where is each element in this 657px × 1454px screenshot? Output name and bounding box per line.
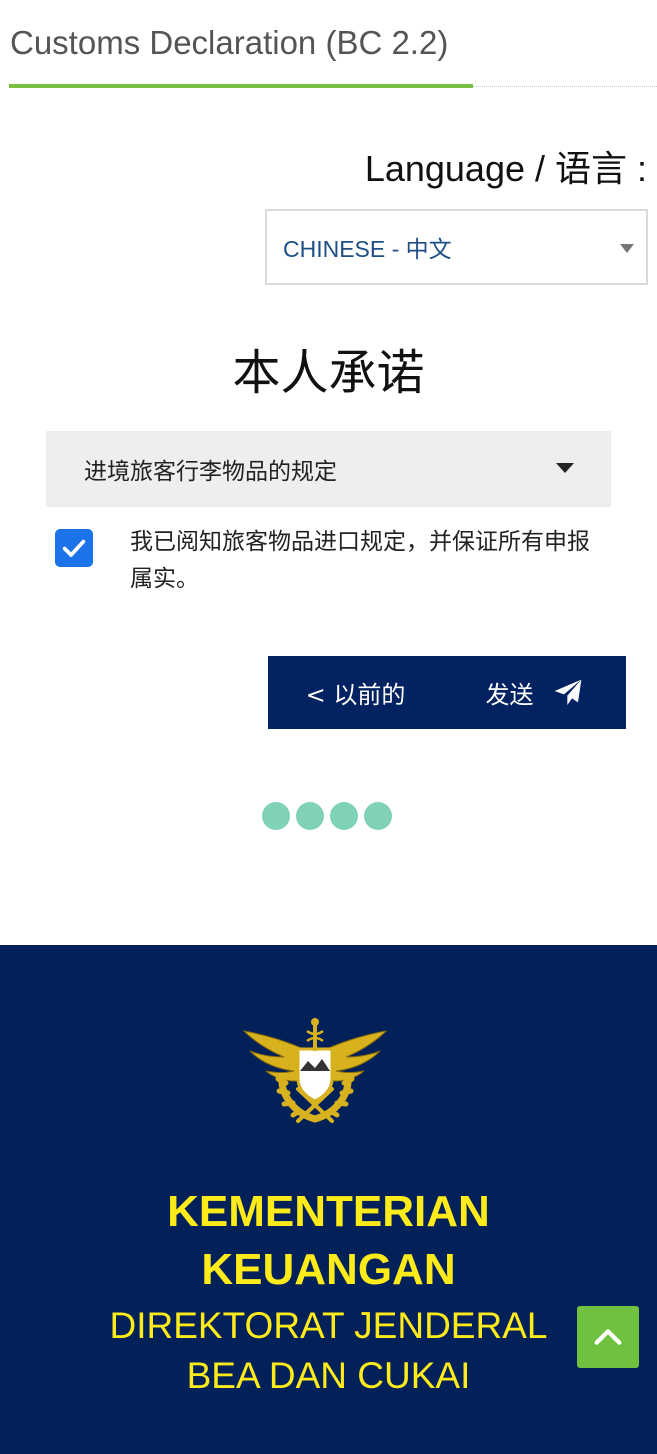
progress-dot bbox=[364, 802, 392, 830]
send-button[interactable]: 发送 bbox=[443, 656, 626, 729]
agreement-text: 我已阅知旅客物品进口规定，并保证所有申报属实。 bbox=[130, 529, 590, 592]
progress-indicator bbox=[262, 802, 392, 830]
navigation-bar: < 以前的 发送 bbox=[268, 656, 626, 729]
page-header: Customs Declaration (BC 2.2) bbox=[0, 0, 657, 92]
progress-dot bbox=[296, 802, 324, 830]
page-footer: KEMENTERIAN KEUANGAN DIREKTORAT JENDERAL… bbox=[0, 945, 657, 1454]
page-title: 本人承诺 bbox=[232, 345, 425, 401]
caret-down-icon bbox=[556, 463, 574, 473]
accordion-label: 进境旅客行李物品的规定 bbox=[84, 459, 337, 485]
customs-emblem-icon bbox=[242, 1018, 388, 1123]
caret-down-icon bbox=[620, 244, 634, 253]
paper-plane-icon bbox=[554, 679, 581, 705]
previous-button[interactable]: < 以前的 bbox=[268, 656, 443, 729]
ministry-name-line-1: KEMENTERIAN bbox=[167, 1187, 490, 1236]
language-select-value: CHINESE - 中文 bbox=[283, 236, 452, 262]
scroll-to-top-button[interactable] bbox=[577, 1306, 639, 1368]
progress-dot bbox=[330, 802, 358, 830]
previous-button-label: < 以前的 bbox=[305, 681, 406, 709]
chevron-up-icon bbox=[594, 1329, 622, 1345]
checkmark-icon bbox=[62, 539, 86, 557]
agreement-checkbox[interactable] bbox=[55, 529, 93, 567]
directorate-name-line-1: DIREKTORAT JENDERAL bbox=[109, 1305, 548, 1346]
header-title: Customs Declaration (BC 2.2) bbox=[10, 24, 449, 61]
header-divider bbox=[473, 86, 657, 87]
ministry-name-line-2: KEUANGAN bbox=[201, 1245, 456, 1294]
language-label: Language / 语言 : bbox=[364, 148, 647, 189]
send-button-label: 发送 bbox=[485, 681, 534, 709]
progress-dot bbox=[262, 802, 290, 830]
language-select[interactable]: CHINESE - 中文 bbox=[265, 209, 648, 285]
header-underline bbox=[9, 84, 473, 88]
directorate-name-line-2: BEA DAN CUKAI bbox=[186, 1355, 471, 1396]
regulations-accordion[interactable]: 进境旅客行李物品的规定 bbox=[46, 431, 611, 507]
